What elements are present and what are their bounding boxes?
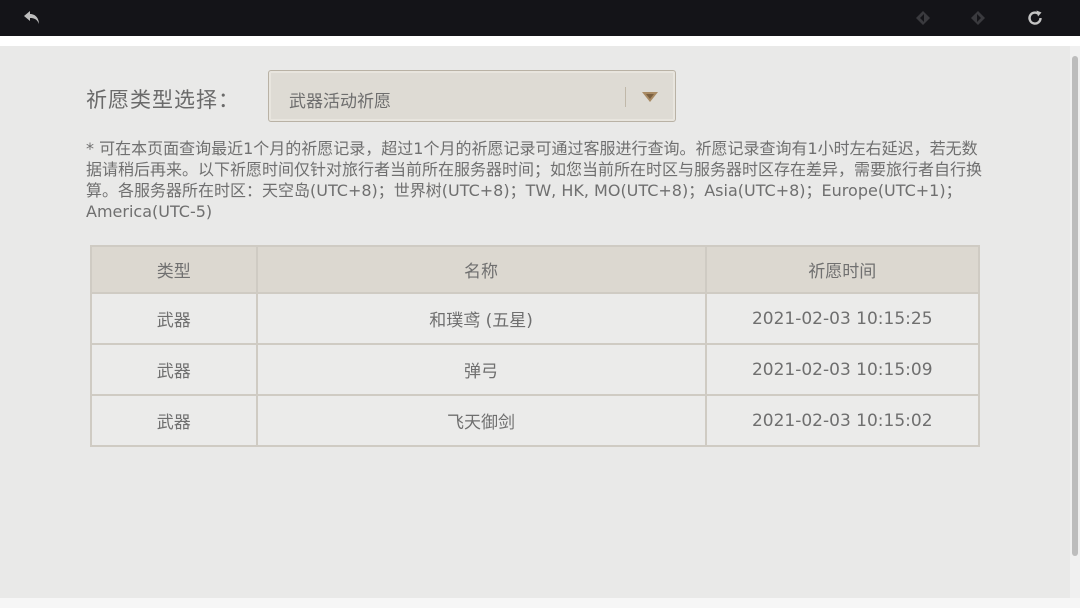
table-row: 武器 飞天御剑 2021-02-03 10:15:02 [90, 394, 980, 447]
wish-type-selected-value: 武器活动祈愿 [289, 92, 391, 112]
page-top-strip [0, 36, 1080, 46]
wish-history-table: 类型 名称 祈愿时间 武器 和璞鸢 (五星) 2021-02-03 10:15:… [90, 245, 980, 447]
query-notice: * 可在本页面查询最近1个月的祈愿记录，超过1个月的祈愿记录可通过客服进行查询。… [86, 139, 983, 221]
next-button[interactable] [960, 0, 996, 36]
refresh-icon [1028, 10, 1042, 25]
back-arrow-icon [24, 11, 39, 24]
page-bottom-strip [0, 598, 1080, 608]
chevron-down-icon[interactable] [639, 88, 661, 106]
table-row: 武器 弹弓 2021-02-03 10:15:09 [90, 343, 980, 396]
cell-name: 和璞鸢 (五星) [255, 292, 707, 345]
wish-type-label: 祈愿类型选择： [86, 88, 240, 112]
cell-name: 弹弓 [255, 343, 707, 396]
header-type: 类型 [90, 245, 258, 294]
cell-type: 武器 [90, 394, 258, 447]
diamond-left-icon [916, 11, 930, 25]
cell-name: 飞天御剑 [255, 394, 707, 447]
back-button[interactable] [14, 0, 50, 36]
vertical-scrollbar[interactable] [1070, 46, 1080, 598]
diamond-right-icon [971, 11, 985, 25]
refresh-button[interactable] [1017, 0, 1053, 36]
browser-toolbar [0, 0, 1080, 36]
prev-button[interactable] [905, 0, 941, 36]
cell-type: 武器 [90, 343, 258, 396]
cell-time: 2021-02-03 10:15:02 [704, 394, 980, 447]
scrollbar-thumb[interactable] [1072, 56, 1078, 556]
header-name: 名称 [255, 245, 707, 294]
table-row: 武器 和璞鸢 (五星) 2021-02-03 10:15:25 [90, 292, 980, 345]
select-divider [625, 87, 626, 107]
header-time: 祈愿时间 [704, 245, 980, 294]
cell-type: 武器 [90, 292, 258, 345]
cell-time: 2021-02-03 10:15:25 [704, 292, 980, 345]
wish-history-page: 祈愿类型选择： 武器活动祈愿 * 可在本页面查询最近1个月的祈愿记录，超过1个月… [0, 46, 1070, 598]
wish-type-select[interactable]: 武器活动祈愿 [268, 70, 676, 122]
table-header-row: 类型 名称 祈愿时间 [90, 245, 980, 294]
cell-time: 2021-02-03 10:15:09 [704, 343, 980, 396]
